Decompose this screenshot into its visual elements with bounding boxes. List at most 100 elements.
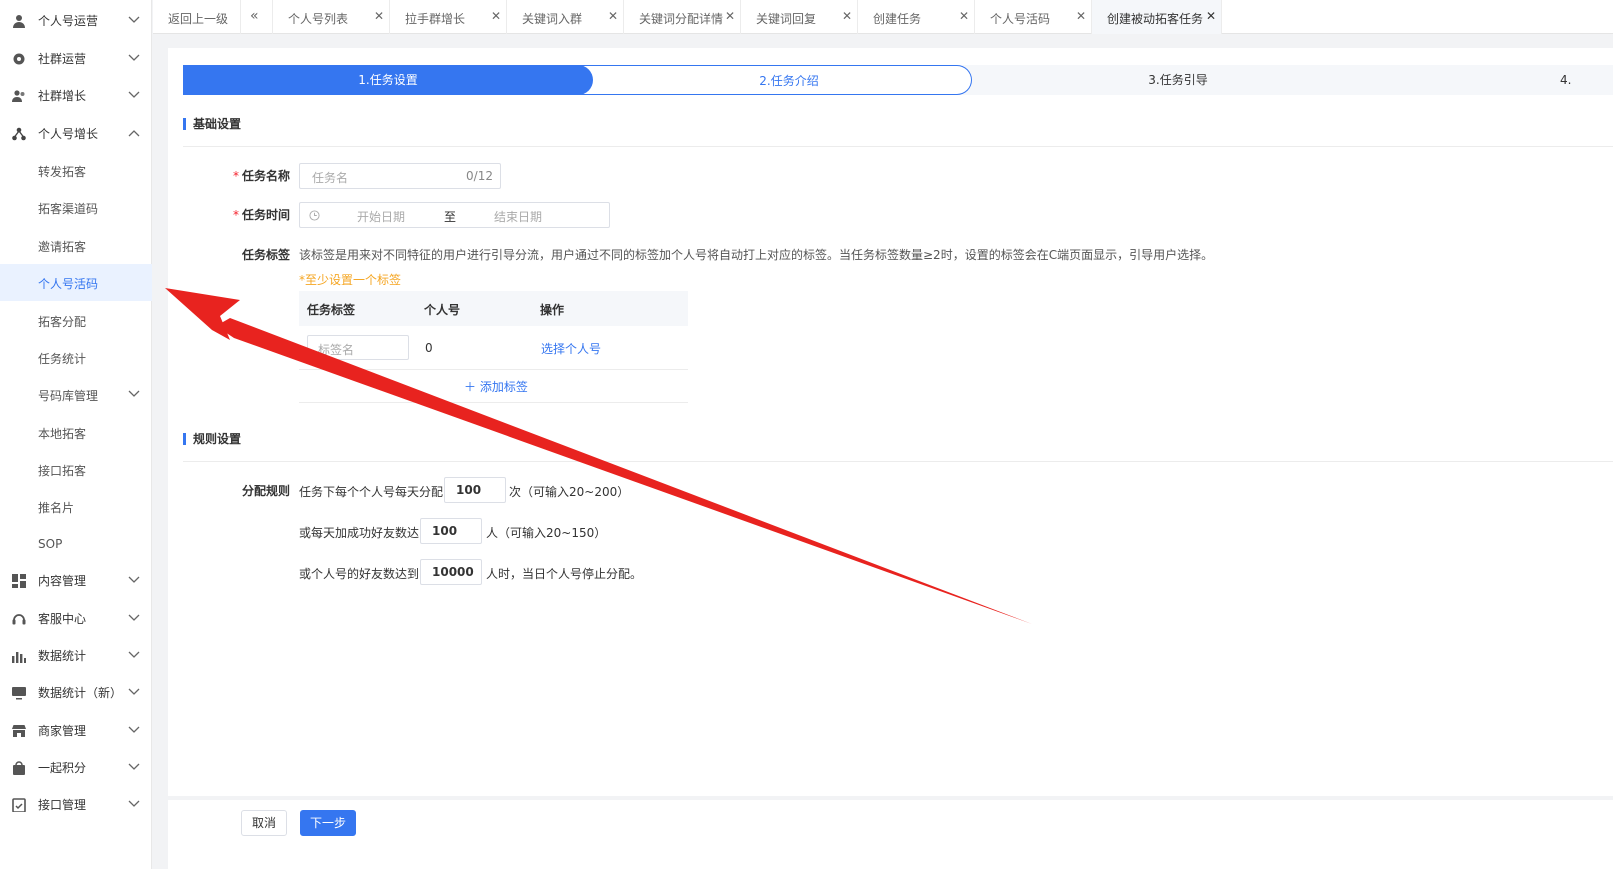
menu-label: 社群运营 xyxy=(38,52,87,66)
tab-label: 创建任务 xyxy=(873,12,922,26)
menu-community-growth[interactable]: 社群增长 xyxy=(0,77,152,114)
tab-keyword-group[interactable]: 关键词入群 ✕ xyxy=(507,0,624,34)
menu-label: 数据统计 xyxy=(38,649,87,663)
tab-live-code[interactable]: 个人号活码 ✕ xyxy=(975,0,1092,34)
menu-service-center[interactable]: 客服中心 xyxy=(0,600,152,637)
menu-personal-growth[interactable]: 个人号增长 xyxy=(0,115,152,152)
sub-api-acquire[interactable]: 接口拓客 xyxy=(0,451,152,488)
section-basic-title: 基础设置 xyxy=(183,118,241,130)
sub-push-card[interactable]: 推名片 xyxy=(0,488,152,525)
col-header: 任务标签 xyxy=(307,303,356,317)
task-time-range[interactable]: 开始日期 至 结束日期 xyxy=(299,202,610,228)
sub-label: 转发拓客 xyxy=(38,165,87,179)
users-icon xyxy=(12,90,25,102)
sub-label: 邀请拓客 xyxy=(38,240,87,254)
select-personal-link[interactable]: 选择个人号 xyxy=(541,340,601,357)
gear-icon xyxy=(13,53,25,65)
double-chevron-left-icon: « xyxy=(250,8,259,24)
divider xyxy=(299,402,688,403)
table-row: 标签名 0 选择个人号 xyxy=(299,326,688,370)
sub-label: SOP xyxy=(38,537,63,551)
step-4[interactable]: 4. xyxy=(1553,65,1613,95)
menu-label: 一起积分 xyxy=(38,761,87,775)
tag-name-input[interactable]: 标签名 xyxy=(307,335,409,360)
sub-label: 号码库管理 xyxy=(38,389,99,403)
cancel-button[interactable]: 取消 xyxy=(241,810,287,836)
tab-create-task[interactable]: 创建任务 ✕ xyxy=(858,0,975,34)
chevron-down-icon xyxy=(128,16,140,23)
placeholder: 任务名 xyxy=(312,171,349,185)
step-2[interactable]: 2.任务介绍 xyxy=(573,65,972,95)
tab-back[interactable]: 返回上一级 xyxy=(153,0,241,34)
footer-bar: 取消 下一步 xyxy=(168,800,1613,869)
close-icon[interactable]: ✕ xyxy=(725,9,735,23)
bag-icon xyxy=(13,761,25,775)
divider xyxy=(183,461,1613,462)
tab-create-passive-task[interactable]: 创建被动拓客任务 ✕ xyxy=(1092,0,1222,34)
menu-label: 接口管理 xyxy=(38,798,87,812)
chevron-down-icon xyxy=(128,651,140,658)
menu-data-stats-new[interactable]: 数据统计（新） xyxy=(0,674,152,711)
close-icon[interactable]: ✕ xyxy=(1206,9,1216,23)
daily-friends-input[interactable]: 100 xyxy=(420,518,482,544)
tab-keyword-reply[interactable]: 关键词回复 ✕ xyxy=(741,0,858,34)
chevron-down-icon xyxy=(128,614,140,621)
sub-local-acquire[interactable]: 本地拓客 xyxy=(0,414,152,451)
chevron-down-icon xyxy=(128,688,140,695)
max-friends-input[interactable]: 10000 xyxy=(420,559,482,585)
menu-personal-ops[interactable]: 个人号运营 xyxy=(0,2,152,39)
menu-points[interactable]: 一起积分 xyxy=(0,749,152,786)
network-icon xyxy=(12,127,26,141)
chevron-down-icon xyxy=(128,576,140,583)
tab-keyword-assign[interactable]: 关键词分配详情 ✕ xyxy=(624,0,741,34)
tab-label: 拉手群增长 xyxy=(405,12,466,26)
menu-label: 社群增长 xyxy=(38,89,87,103)
sub-channel-code[interactable]: 拓客渠道码 xyxy=(0,189,152,226)
close-icon[interactable]: ✕ xyxy=(608,9,618,23)
add-tag-button[interactable]: ＋ 添加标签 xyxy=(464,378,528,395)
tab-scroll-left[interactable]: « xyxy=(241,0,273,34)
close-icon[interactable]: ✕ xyxy=(842,9,852,23)
menu-content[interactable]: 内容管理 xyxy=(0,562,152,599)
sub-personal-live-code[interactable]: 个人号活码 xyxy=(0,264,152,301)
menu-label: 个人号运营 xyxy=(38,14,99,28)
chevron-down-icon xyxy=(128,91,140,98)
close-icon[interactable]: ✕ xyxy=(491,9,501,23)
close-icon[interactable]: ✕ xyxy=(1076,9,1086,23)
menu-data-stats[interactable]: 数据统计 xyxy=(0,637,152,674)
sub-task-stats[interactable]: 任务统计 xyxy=(0,339,152,376)
sub-number-library[interactable]: 号码库管理 xyxy=(0,376,152,413)
label-task-tag: 任务标签 xyxy=(210,246,290,263)
end-date-placeholder: 结束日期 xyxy=(494,210,543,224)
clipboard-icon xyxy=(12,798,26,812)
step-3[interactable]: 3.任务引导 xyxy=(973,65,1383,95)
placeholder: 标签名 xyxy=(318,343,355,357)
daily-assign-input[interactable]: 100 xyxy=(444,477,506,503)
steps-bar: 1.任务设置 2.任务介绍 1.任务设置 3.任务引导 4. xyxy=(183,65,1613,95)
close-icon[interactable]: ✕ xyxy=(959,9,969,23)
menu-merchant[interactable]: 商家管理 xyxy=(0,712,152,749)
sub-invite-acquire[interactable]: 邀请拓客 xyxy=(0,227,152,264)
sub-forward-acquire[interactable]: 转发拓客 xyxy=(0,152,152,189)
label-text: 任务标签 xyxy=(241,248,290,262)
close-icon[interactable]: ✕ xyxy=(374,9,384,23)
step-label: 2.任务介绍 xyxy=(759,74,819,88)
task-name-input[interactable]: 任务名 0/12 xyxy=(299,163,501,189)
menu-community-ops[interactable]: 社群运营 xyxy=(0,40,152,77)
tag-description: 该标签是用来对不同特征的用户进行引导分流，用户通过不同的标签加个人号将自动打上对… xyxy=(299,248,1214,262)
personal-count: 0 xyxy=(425,341,433,355)
sub-acquire-assign[interactable]: 拓客分配 xyxy=(0,302,152,339)
tab-label: 关键词回复 xyxy=(756,12,817,26)
label-task-name: * 任务名称 xyxy=(232,169,290,183)
tab-bar: 返回上一级 « 个人号列表 ✕ 拉手群增长 ✕ 关键词入群 ✕ 关键词分配详情 ✕ 关键… xyxy=(153,0,1613,34)
tab-personal-list[interactable]: 个人号列表 ✕ xyxy=(273,0,390,34)
store-icon xyxy=(12,725,26,737)
label-assign-rule: 分配规则 xyxy=(241,484,290,498)
menu-api-manage[interactable]: 接口管理 xyxy=(0,786,152,823)
next-step-button[interactable]: 下一步 xyxy=(300,810,356,836)
sub-sop[interactable]: SOP xyxy=(0,526,152,563)
sidebar: 个人号运营 社群运营 社群增长 个人号增长 转发拓客 拓客渠道码 邀请拓客 个人… xyxy=(0,0,152,869)
step-label: 4. xyxy=(1560,73,1572,87)
clock-icon xyxy=(309,210,320,221)
tab-group-growth[interactable]: 拉手群增长 ✕ xyxy=(390,0,507,34)
